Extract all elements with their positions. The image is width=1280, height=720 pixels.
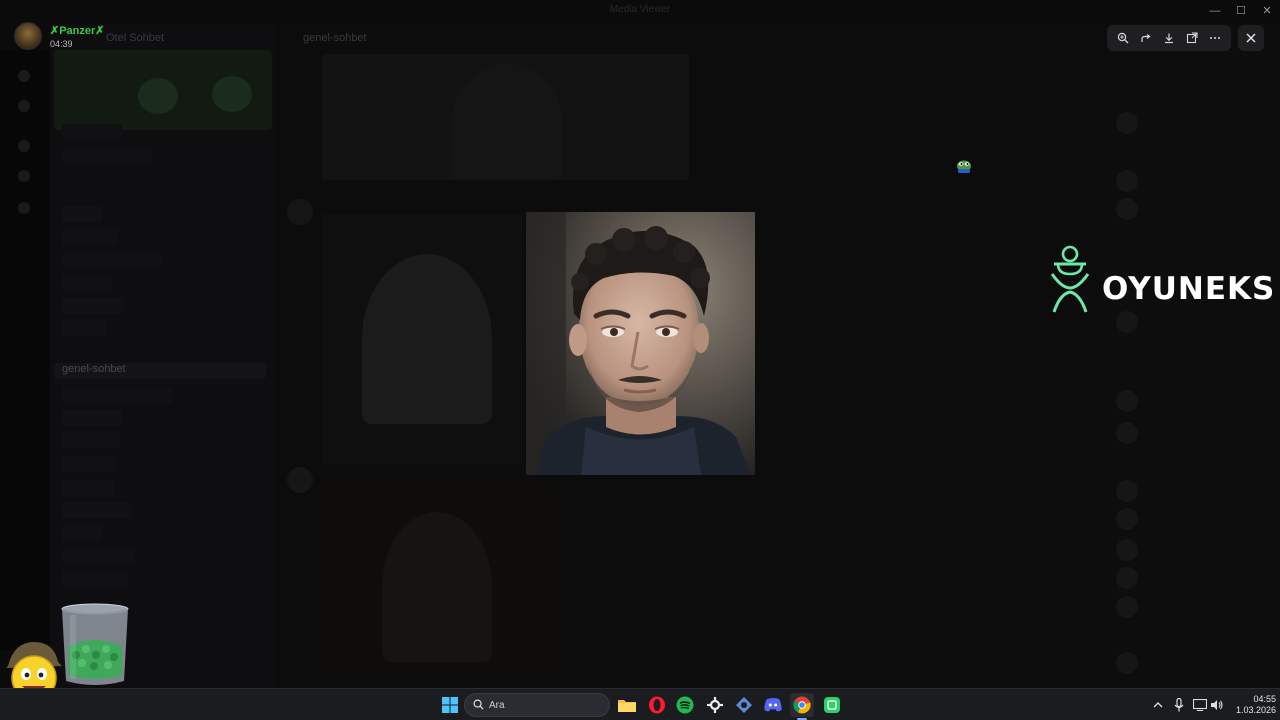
microphone-icon[interactable] — [1171, 693, 1187, 717]
channel-list: Otel Sohbet ​ genel-sohbet — [50, 24, 275, 688]
network-icon[interactable] — [1192, 693, 1208, 717]
server-icon[interactable] — [18, 140, 30, 152]
message-attachment[interactable] — [322, 482, 557, 672]
chevron-up-icon[interactable] — [1150, 693, 1166, 717]
channel-item[interactable] — [62, 571, 128, 587]
channel-item[interactable] — [62, 525, 102, 541]
member-item[interactable] — [1116, 198, 1266, 220]
channel-item[interactable] — [62, 206, 102, 222]
server-icon[interactable] — [18, 170, 30, 182]
channel-label: genel-sohbet — [62, 363, 126, 375]
channel-item[interactable] — [62, 321, 106, 337]
search-icon — [473, 699, 484, 710]
channel-item[interactable] — [62, 124, 122, 140]
discord-icon[interactable] — [761, 693, 785, 717]
screen: Media Viewer — ☐ ✕ Otel Sohbet ​ — [0, 0, 1280, 720]
member-item[interactable] — [1116, 390, 1266, 412]
search-input[interactable] — [489, 697, 599, 713]
window-title: Media Viewer — [609, 4, 671, 15]
volume-icon[interactable] — [1209, 693, 1225, 717]
member-list — [1110, 24, 1280, 688]
channel-item[interactable] — [62, 548, 134, 564]
server-icon[interactable] — [18, 202, 30, 214]
open-external-icon[interactable] — [1182, 28, 1202, 48]
member-item[interactable] — [1116, 170, 1266, 192]
server-icon[interactable] — [18, 100, 30, 112]
channel-item[interactable] — [62, 252, 162, 268]
window-controls: — ☐ ✕ — [1202, 0, 1280, 22]
member-item[interactable] — [1116, 596, 1266, 618]
member-item[interactable] — [1116, 422, 1266, 444]
clock-time: 04:55 — [1253, 694, 1276, 704]
download-icon[interactable] — [1159, 28, 1179, 48]
chrome-icon[interactable] — [790, 693, 814, 717]
oyuneks-logo: OYUNEKS — [1046, 244, 1280, 316]
channel-item[interactable] — [62, 229, 117, 245]
opera-icon[interactable] — [645, 693, 669, 717]
user-avatar[interactable] — [14, 22, 42, 50]
user-profile[interactable]: ✗Panzer✗ 04:39 — [14, 22, 134, 54]
zoom-in-icon[interactable] — [1113, 28, 1133, 48]
channel-item[interactable] — [62, 502, 132, 518]
channel-item[interactable] — [62, 433, 120, 449]
server-banner — [54, 50, 272, 130]
server-rail — [0, 50, 50, 650]
image-viewer-toolbar — [1107, 25, 1231, 51]
app-icon[interactable] — [732, 693, 756, 717]
member-item[interactable] — [1116, 652, 1266, 674]
windows-start-icon[interactable] — [438, 693, 462, 717]
spotify-icon[interactable] — [673, 693, 697, 717]
member-item[interactable] — [1116, 508, 1266, 530]
user-time: 04:39 — [50, 39, 73, 49]
chat-channel-title: genel-sohbet — [303, 32, 367, 44]
window-close-icon[interactable]: ✕ — [1254, 0, 1280, 22]
member-item[interactable] — [1116, 567, 1266, 589]
channel-item[interactable] — [62, 479, 114, 495]
avatar[interactable] — [287, 467, 313, 493]
windows-taskbar: 04:55 1.03.2026 — [0, 688, 1280, 720]
channel-item[interactable] — [62, 298, 124, 314]
logo-text: OYUNEKS — [1102, 271, 1276, 307]
server-icon[interactable] — [18, 70, 30, 82]
member-item[interactable] — [1116, 539, 1266, 561]
file-explorer-icon[interactable] — [615, 693, 639, 717]
avatar[interactable] — [287, 199, 313, 225]
message-attachment[interactable] — [322, 54, 689, 180]
forward-icon[interactable] — [1136, 28, 1156, 48]
channel-item[interactable] — [62, 148, 152, 164]
channel-item-active[interactable]: genel-sohbet — [54, 363, 266, 379]
username: ✗Panzer✗ — [50, 25, 105, 37]
minimize-icon[interactable]: — — [1202, 0, 1228, 22]
steelseries-icon[interactable] — [703, 693, 727, 717]
clock-date: 1.03.2026 — [1235, 705, 1276, 715]
channel-item[interactable] — [62, 387, 172, 403]
close-icon[interactable] — [1238, 25, 1264, 51]
opened-image-portrait[interactable] — [526, 212, 755, 475]
member-item[interactable] — [1116, 112, 1266, 134]
channel-item[interactable] — [62, 456, 116, 472]
member-item[interactable] — [1116, 480, 1266, 502]
oyuneks-mascot-icon — [1050, 245, 1090, 313]
taskbar-clock[interactable]: 04:55 1.03.2026 — [1226, 694, 1276, 716]
channel-item[interactable] — [62, 275, 112, 291]
maximize-icon[interactable]: ☐ — [1228, 0, 1254, 22]
more-icon[interactable] — [1205, 28, 1225, 48]
recycle-bin-icon[interactable] — [60, 603, 130, 687]
whatsapp-icon[interactable] — [820, 693, 844, 717]
taskbar-search[interactable] — [464, 693, 610, 717]
pepe-sticker-icon — [956, 158, 972, 174]
message-attachment[interactable] — [322, 214, 522, 464]
channel-item[interactable] — [62, 410, 122, 426]
